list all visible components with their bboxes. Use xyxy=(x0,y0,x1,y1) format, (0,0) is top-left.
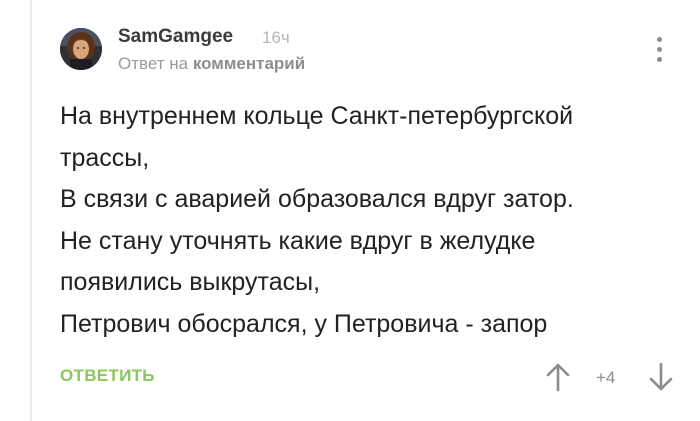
menu-dot xyxy=(656,56,662,62)
menu-dot xyxy=(656,36,662,42)
thread-line xyxy=(30,0,32,421)
kebab-menu-icon[interactable] xyxy=(644,32,674,66)
comment-line: В связи с аварией образовался вдруг зато… xyxy=(60,185,574,214)
reply-to: Ответ на комментарий xyxy=(118,54,305,74)
avatar-image xyxy=(60,28,102,70)
avatar[interactable] xyxy=(60,28,102,70)
reply-to-prefix: Ответ на xyxy=(118,54,189,73)
arrow-up-icon[interactable] xyxy=(545,362,571,392)
comment-body: На внутреннем кольце Санкт-петербургской… xyxy=(60,96,670,346)
comment-line: Петрович обосрался, у Петровича - запор xyxy=(60,309,548,338)
comment: SamGamgee 16ч Ответ на комментарий На вн… xyxy=(60,18,680,408)
rating-count: +4 xyxy=(596,368,616,387)
comment-line: появились выкрутасы, xyxy=(60,268,321,297)
reply-to-link[interactable]: комментарий xyxy=(193,54,305,73)
arrow-down-icon[interactable] xyxy=(648,362,674,392)
comment-line: Не стану уточнять какие вдруг в желудке xyxy=(60,226,536,255)
author-name[interactable]: SamGamgee xyxy=(118,26,233,48)
reply-button[interactable]: ОТВЕТИТЬ xyxy=(60,366,155,386)
comment-line: трассы, xyxy=(60,143,150,172)
menu-dot xyxy=(656,46,662,52)
comment-time: 16ч xyxy=(262,28,290,47)
comment-line: На внутреннем кольце Санкт-петербургской xyxy=(60,102,574,130)
